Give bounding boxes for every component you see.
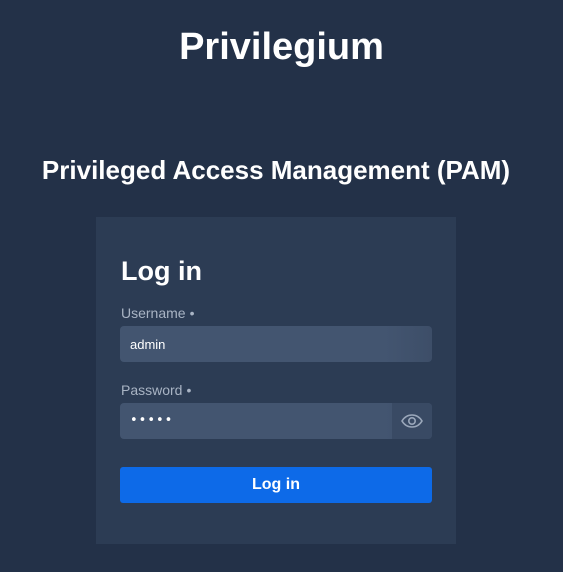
password-label-text: Password [121,382,183,398]
eye-icon [401,414,423,428]
login-page: Privilegium Privileged Access Management… [0,0,563,572]
login-card: Log in Username• Password• ••••• Log in [96,217,456,544]
login-heading: Log in [121,256,202,286]
username-field-container [120,326,432,362]
username-label-text: Username [121,305,186,321]
required-marker: • [186,382,192,398]
app-title: Privilegium [179,26,384,68]
username-label: Username • [121,304,195,322]
login-button[interactable]: Log in [120,467,432,503]
password-label: Password • [121,381,191,399]
show-password-toggle[interactable] [392,403,432,439]
page-subtitle: Privileged Access Management (PAM) [41,155,511,185]
username-input[interactable] [120,326,390,362]
password-input[interactable]: ••••• [130,403,173,439]
required-marker: • [189,305,195,321]
password-field[interactable]: ••••• [120,403,432,439]
